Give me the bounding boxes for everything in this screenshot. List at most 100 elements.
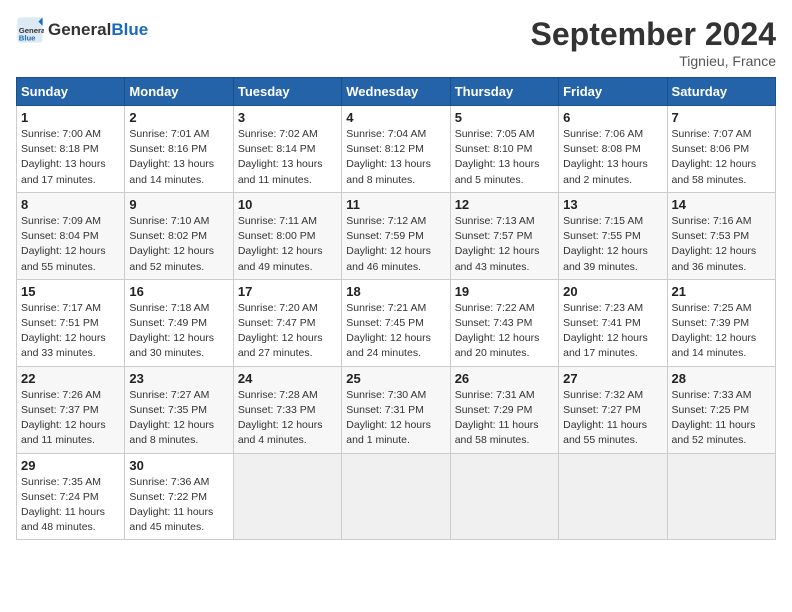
calendar-table: Sunday Monday Tuesday Wednesday Thursday… <box>16 77 776 540</box>
day-number: 22 <box>21 371 120 386</box>
day-info: Sunrise: 7:07 AMSunset: 8:06 PMDaylight:… <box>672 128 757 186</box>
table-row: 29 Sunrise: 7:35 AMSunset: 7:24 PMDayligh… <box>17 453 125 540</box>
table-row <box>450 453 558 540</box>
table-row: 19Sunrise: 7:22 AMSunset: 7:43 PMDayligh… <box>450 279 558 366</box>
day-number: 16 <box>129 284 228 299</box>
logo-blue: Blue <box>111 20 148 39</box>
day-info: Sunrise: 7:02 AMSunset: 8:14 PMDaylight:… <box>238 128 323 186</box>
table-row: 20 Sunrise: 7:23 AMSunset: 7:41 PMDayligh… <box>559 279 667 366</box>
day-info: Sunrise: 7:26 AMSunset: 7:37 PMDaylight:… <box>21 389 106 447</box>
table-row: 21 Sunrise: 7:25 AMSunset: 7:39 PMDayligh… <box>667 279 775 366</box>
day-info: Sunrise: 7:35 AMSunset: 7:24 PMDaylight:… <box>21 476 105 534</box>
day-info: Sunrise: 7:25 AMSunset: 7:39 PMDaylight:… <box>672 302 757 360</box>
table-row: 7 Sunrise: 7:07 AMSunset: 8:06 PMDaylight… <box>667 106 775 193</box>
day-number: 18 <box>346 284 445 299</box>
day-info: Sunrise: 7:10 AMSunset: 8:02 PMDaylight:… <box>129 215 214 273</box>
logo-general: General <box>48 20 111 39</box>
day-number: 26 <box>455 371 554 386</box>
day-number: 12 <box>455 197 554 212</box>
day-number: 23 <box>129 371 228 386</box>
day-info: Sunrise: 7:12 AMSunset: 7:59 PMDaylight:… <box>346 215 431 273</box>
table-row: 9 Sunrise: 7:10 AMSunset: 8:02 PMDaylight… <box>125 192 233 279</box>
day-info: Sunrise: 7:17 AMSunset: 7:51 PMDaylight:… <box>21 302 106 360</box>
day-number: 28 <box>672 371 771 386</box>
day-number: 7 <box>672 110 771 125</box>
day-number: 14 <box>672 197 771 212</box>
logo: General Blue GeneralBlue <box>16 16 148 44</box>
day-number: 9 <box>129 197 228 212</box>
col-tuesday: Tuesday <box>233 78 341 106</box>
table-row: 2 Sunrise: 7:01 AMSunset: 8:16 PMDaylight… <box>125 106 233 193</box>
day-number: 13 <box>563 197 662 212</box>
day-number: 2 <box>129 110 228 125</box>
table-row: 18 Sunrise: 7:21 AMSunset: 7:45 PMDayligh… <box>342 279 450 366</box>
table-row: 17Sunrise: 7:20 AMSunset: 7:47 PMDayligh… <box>233 279 341 366</box>
table-row: 16Sunrise: 7:18 AMSunset: 7:49 PMDayligh… <box>125 279 233 366</box>
day-number: 15 <box>21 284 120 299</box>
day-info: Sunrise: 7:31 AMSunset: 7:29 PMDaylight:… <box>455 389 539 447</box>
day-info: Sunrise: 7:09 AMSunset: 8:04 PMDaylight:… <box>21 215 106 273</box>
table-row: 13 Sunrise: 7:15 AMSunset: 7:55 PMDayligh… <box>559 192 667 279</box>
table-row: 6Sunrise: 7:06 AMSunset: 8:08 PMDaylight… <box>559 106 667 193</box>
day-info: Sunrise: 7:27 AMSunset: 7:35 PMDaylight:… <box>129 389 214 447</box>
day-info: Sunrise: 7:23 AMSunset: 7:41 PMDaylight:… <box>563 302 648 360</box>
table-row: 12 Sunrise: 7:13 AMSunset: 7:57 PMDayligh… <box>450 192 558 279</box>
col-friday: Friday <box>559 78 667 106</box>
title-area: September 2024 Tignieu, France <box>531 16 776 69</box>
table-row: 23 Sunrise: 7:27 AMSunset: 7:35 PMDayligh… <box>125 366 233 453</box>
col-wednesday: Wednesday <box>342 78 450 106</box>
table-row: 30 Sunrise: 7:36 AMSunset: 7:22 PMDayligh… <box>125 453 233 540</box>
day-info: Sunrise: 7:21 AMSunset: 7:45 PMDaylight:… <box>346 302 431 360</box>
table-row: 8 Sunrise: 7:09 AMSunset: 8:04 PMDaylight… <box>17 192 125 279</box>
table-row: 3 Sunrise: 7:02 AMSunset: 8:14 PMDaylight… <box>233 106 341 193</box>
table-row: 4Sunrise: 7:04 AMSunset: 8:12 PMDaylight… <box>342 106 450 193</box>
location-title: Tignieu, France <box>531 53 776 69</box>
table-row: 26 Sunrise: 7:31 AMSunset: 7:29 PMDayligh… <box>450 366 558 453</box>
day-info: Sunrise: 7:36 AMSunset: 7:22 PMDaylight:… <box>129 476 213 534</box>
table-row: 14 Sunrise: 7:16 AMSunset: 7:53 PMDayligh… <box>667 192 775 279</box>
day-number: 5 <box>455 110 554 125</box>
table-row <box>559 453 667 540</box>
day-number: 8 <box>21 197 120 212</box>
table-row: 25 Sunrise: 7:30 AMSunset: 7:31 PMDayligh… <box>342 366 450 453</box>
calendar-row: 8 Sunrise: 7:09 AMSunset: 8:04 PMDaylight… <box>17 192 776 279</box>
svg-text:Blue: Blue <box>19 34 36 43</box>
day-info: Sunrise: 7:16 AMSunset: 7:53 PMDaylight:… <box>672 215 757 273</box>
table-row: 5 Sunrise: 7:05 AMSunset: 8:10 PMDaylight… <box>450 106 558 193</box>
table-row: 11Sunrise: 7:12 AMSunset: 7:59 PMDayligh… <box>342 192 450 279</box>
day-info: Sunrise: 7:20 AMSunset: 7:47 PMDaylight:… <box>238 302 323 360</box>
day-info: Sunrise: 7:11 AMSunset: 8:00 PMDaylight:… <box>238 215 323 273</box>
day-number: 10 <box>238 197 337 212</box>
calendar-row: 22 Sunrise: 7:26 AMSunset: 7:37 PMDayligh… <box>17 366 776 453</box>
day-info: Sunrise: 7:01 AMSunset: 8:16 PMDaylight:… <box>129 128 214 186</box>
day-number: 27 <box>563 371 662 386</box>
table-row: 28Sunrise: 7:33 AMSunset: 7:25 PMDayligh… <box>667 366 775 453</box>
day-info: Sunrise: 7:04 AMSunset: 8:12 PMDaylight:… <box>346 128 431 186</box>
table-row: 27 Sunrise: 7:32 AMSunset: 7:27 PMDayligh… <box>559 366 667 453</box>
header: General Blue GeneralBlue September 2024 … <box>16 16 776 69</box>
col-saturday: Saturday <box>667 78 775 106</box>
day-info: Sunrise: 7:32 AMSunset: 7:27 PMDaylight:… <box>563 389 647 447</box>
day-number: 25 <box>346 371 445 386</box>
month-title: September 2024 <box>531 16 776 53</box>
day-number: 19 <box>455 284 554 299</box>
day-number: 3 <box>238 110 337 125</box>
calendar-row: 1 Sunrise: 7:00 AMSunset: 8:18 PMDaylight… <box>17 106 776 193</box>
day-info: Sunrise: 7:05 AMSunset: 8:10 PMDaylight:… <box>455 128 540 186</box>
day-number: 30 <box>129 458 228 473</box>
table-row <box>233 453 341 540</box>
day-info: Sunrise: 7:13 AMSunset: 7:57 PMDaylight:… <box>455 215 540 273</box>
table-row <box>667 453 775 540</box>
day-info: Sunrise: 7:00 AMSunset: 8:18 PMDaylight:… <box>21 128 106 186</box>
day-info: Sunrise: 7:28 AMSunset: 7:33 PMDaylight:… <box>238 389 323 447</box>
day-number: 29 <box>21 458 120 473</box>
day-number: 21 <box>672 284 771 299</box>
table-row: 10 Sunrise: 7:11 AMSunset: 8:00 PMDayligh… <box>233 192 341 279</box>
col-sunday: Sunday <box>17 78 125 106</box>
table-row: 1 Sunrise: 7:00 AMSunset: 8:18 PMDaylight… <box>17 106 125 193</box>
day-number: 1 <box>21 110 120 125</box>
col-monday: Monday <box>125 78 233 106</box>
day-info: Sunrise: 7:15 AMSunset: 7:55 PMDaylight:… <box>563 215 648 273</box>
day-number: 20 <box>563 284 662 299</box>
day-info: Sunrise: 7:30 AMSunset: 7:31 PMDaylight:… <box>346 389 431 447</box>
